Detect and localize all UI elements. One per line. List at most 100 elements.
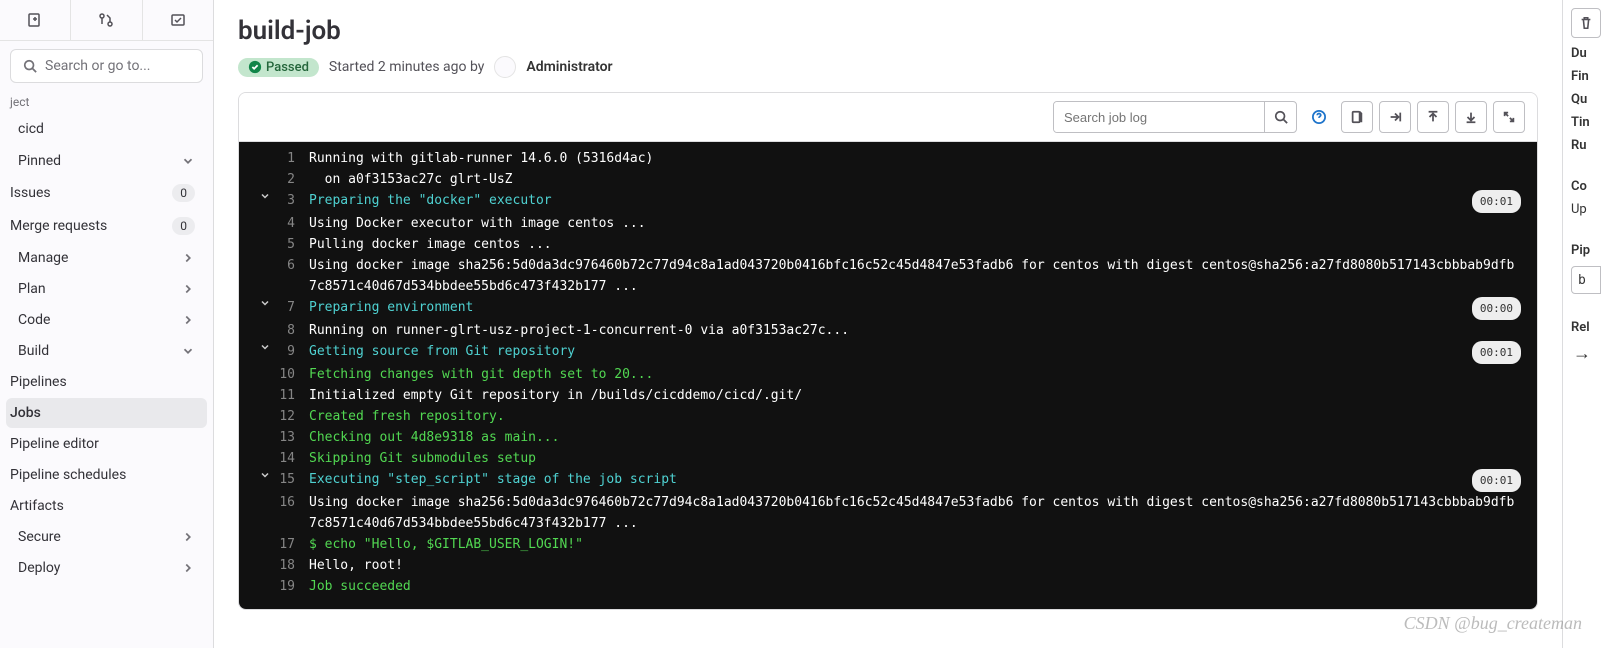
new-tab-icon[interactable] bbox=[0, 0, 71, 40]
search-icon bbox=[1274, 110, 1288, 124]
status-badge[interactable]: Passed bbox=[238, 58, 319, 77]
sidebar-project-name[interactable]: cicd bbox=[6, 114, 207, 144]
log-text: Using Docker executor with image centos … bbox=[309, 213, 1521, 234]
log-text: Using docker image sha256:5d0da3dc976460… bbox=[309, 492, 1521, 534]
job-log-search-button[interactable] bbox=[1264, 102, 1296, 132]
line-number: 9 bbox=[275, 341, 309, 362]
author-name[interactable]: Administrator bbox=[526, 59, 612, 75]
log-line: 17$ echo "Hello, $GITLAB_USER_LOGIN!" bbox=[239, 534, 1537, 555]
sidebar-item-merge-requests[interactable]: Merge requests0 bbox=[6, 210, 207, 242]
sidebar-item-code[interactable]: Code bbox=[6, 305, 207, 335]
line-number: 5 bbox=[275, 234, 309, 255]
sidebar-item-pipeline-schedules[interactable]: Pipeline schedules bbox=[6, 460, 207, 490]
line-number: 16 bbox=[275, 492, 309, 513]
section-duration: 00:01 bbox=[1472, 469, 1521, 492]
line-number: 7 bbox=[275, 297, 309, 318]
chevron-down-icon[interactable] bbox=[255, 341, 275, 353]
arrow-up-icon bbox=[1426, 110, 1440, 124]
count-badge: 0 bbox=[172, 217, 195, 235]
sidebar-item-deploy[interactable]: Deploy bbox=[6, 553, 207, 583]
log-line: 10Fetching changes with git depth set to… bbox=[239, 364, 1537, 385]
line-number: 12 bbox=[275, 406, 309, 427]
log-text: Preparing the "docker" executor bbox=[309, 190, 1472, 211]
help-button[interactable] bbox=[1303, 101, 1335, 133]
line-number: 13 bbox=[275, 427, 309, 448]
job-log-search-input[interactable] bbox=[1054, 102, 1264, 132]
arrow-right-icon[interactable]: → bbox=[1571, 343, 1610, 364]
avatar[interactable] bbox=[494, 56, 516, 78]
log-line: 14Skipping Git submodules setup bbox=[239, 448, 1537, 469]
chevron-down-icon[interactable] bbox=[255, 297, 275, 309]
sidebar-item-issues[interactable]: Issues0 bbox=[6, 177, 207, 209]
line-number: 1 bbox=[275, 148, 309, 169]
line-number: 8 bbox=[275, 320, 309, 341]
section-duration: 00:01 bbox=[1472, 190, 1521, 213]
log-text: Checking out 4d8e9318 as main... bbox=[309, 427, 1521, 448]
line-number: 14 bbox=[275, 448, 309, 469]
fullscreen-button[interactable] bbox=[1493, 101, 1525, 133]
sidebar-item-manage[interactable]: Manage bbox=[6, 243, 207, 273]
rp-commit-label: Co bbox=[1571, 179, 1610, 194]
log-line: 6Using docker image sha256:5d0da3dc97646… bbox=[239, 255, 1537, 297]
rp-pipeline-value[interactable]: b bbox=[1571, 266, 1601, 294]
sidebar-item-artifacts[interactable]: Artifacts bbox=[6, 491, 207, 521]
todo-icon[interactable] bbox=[143, 0, 213, 40]
line-number: 19 bbox=[275, 576, 309, 597]
sidebar-item-build[interactable]: Build bbox=[6, 336, 207, 366]
job-log-container: 1Running with gitlab-runner 14.6.0 (5316… bbox=[238, 92, 1538, 610]
log-text: on a0f3153ac27c glrt-UsZ bbox=[309, 169, 1521, 190]
check-circle-icon bbox=[248, 60, 262, 74]
line-number: 18 bbox=[275, 555, 309, 576]
sidebar-item-plan[interactable]: Plan bbox=[6, 274, 207, 304]
rp-runner-label: Ru bbox=[1571, 138, 1610, 153]
trash-button[interactable] bbox=[1571, 8, 1601, 38]
log-line: 19Job succeeded bbox=[239, 576, 1537, 597]
log-line: 5Pulling docker image centos ... bbox=[239, 234, 1537, 255]
chevron-down-icon[interactable] bbox=[255, 190, 275, 202]
raw-log-button[interactable] bbox=[1341, 101, 1373, 133]
sidebar-search[interactable]: Search or go to... bbox=[10, 49, 203, 83]
document-icon bbox=[1350, 110, 1364, 124]
page-title: build-job bbox=[238, 16, 1538, 46]
sidebar-item-pipeline-editor[interactable]: Pipeline editor bbox=[6, 429, 207, 459]
line-number: 11 bbox=[275, 385, 309, 406]
sidebar-item-secure[interactable]: Secure bbox=[6, 522, 207, 552]
log-line: 8Running on runner-glrt-usz-project-1-co… bbox=[239, 320, 1537, 341]
log-line: 2 on a0f3153ac27c glrt-UsZ bbox=[239, 169, 1537, 190]
arrow-down-icon bbox=[1464, 110, 1478, 124]
log-line: 18Hello, root! bbox=[239, 555, 1537, 576]
rp-duration-label: Du bbox=[1571, 46, 1610, 61]
merge-request-icon[interactable] bbox=[71, 0, 142, 40]
line-number: 17 bbox=[275, 534, 309, 555]
line-number: 4 bbox=[275, 213, 309, 234]
rp-queued-label: Qu bbox=[1571, 92, 1610, 107]
chevron-down-icon[interactable] bbox=[255, 469, 275, 481]
job-log-body: 1Running with gitlab-runner 14.6.0 (5316… bbox=[239, 142, 1537, 609]
log-line: 11Initialized empty Git repository in /b… bbox=[239, 385, 1537, 406]
log-text: Running with gitlab-runner 14.6.0 (5316d… bbox=[309, 148, 1521, 169]
log-text: Running on runner-glrt-usz-project-1-con… bbox=[309, 320, 1521, 341]
scroll-bottom-button[interactable] bbox=[1455, 101, 1487, 133]
rp-pipeline-label: Pip bbox=[1571, 243, 1610, 258]
log-text: Pulling docker image centos ... bbox=[309, 234, 1521, 255]
rp-finished-label: Fin bbox=[1571, 69, 1610, 84]
log-text: Using docker image sha256:5d0da3dc976460… bbox=[309, 255, 1521, 297]
help-icon bbox=[1312, 110, 1326, 124]
sidebar-item-pinned[interactable]: Pinned bbox=[6, 146, 207, 176]
trash-icon bbox=[1579, 16, 1593, 30]
rp-timeout-label: Tin bbox=[1571, 115, 1610, 130]
rp-update-label: Up bbox=[1571, 202, 1610, 217]
log-text: Initialized empty Git repository in /bui… bbox=[309, 385, 1521, 406]
expand-icon bbox=[1502, 110, 1516, 124]
log-text: Skipping Git submodules setup bbox=[309, 448, 1521, 469]
section-duration: 00:01 bbox=[1472, 341, 1521, 364]
scroll-end-icon bbox=[1388, 110, 1402, 124]
scroll-top-button[interactable] bbox=[1417, 101, 1449, 133]
main-content: build-job Passed Started 2 minutes ago b… bbox=[214, 0, 1562, 648]
sidebar-item-pipelines[interactable]: Pipelines bbox=[6, 367, 207, 397]
sidebar-item-jobs[interactable]: Jobs bbox=[6, 398, 207, 428]
line-number: 6 bbox=[275, 255, 309, 276]
scroll-end-button[interactable] bbox=[1379, 101, 1411, 133]
started-text: Started 2 minutes ago by bbox=[329, 59, 484, 75]
log-line: 12Created fresh repository. bbox=[239, 406, 1537, 427]
